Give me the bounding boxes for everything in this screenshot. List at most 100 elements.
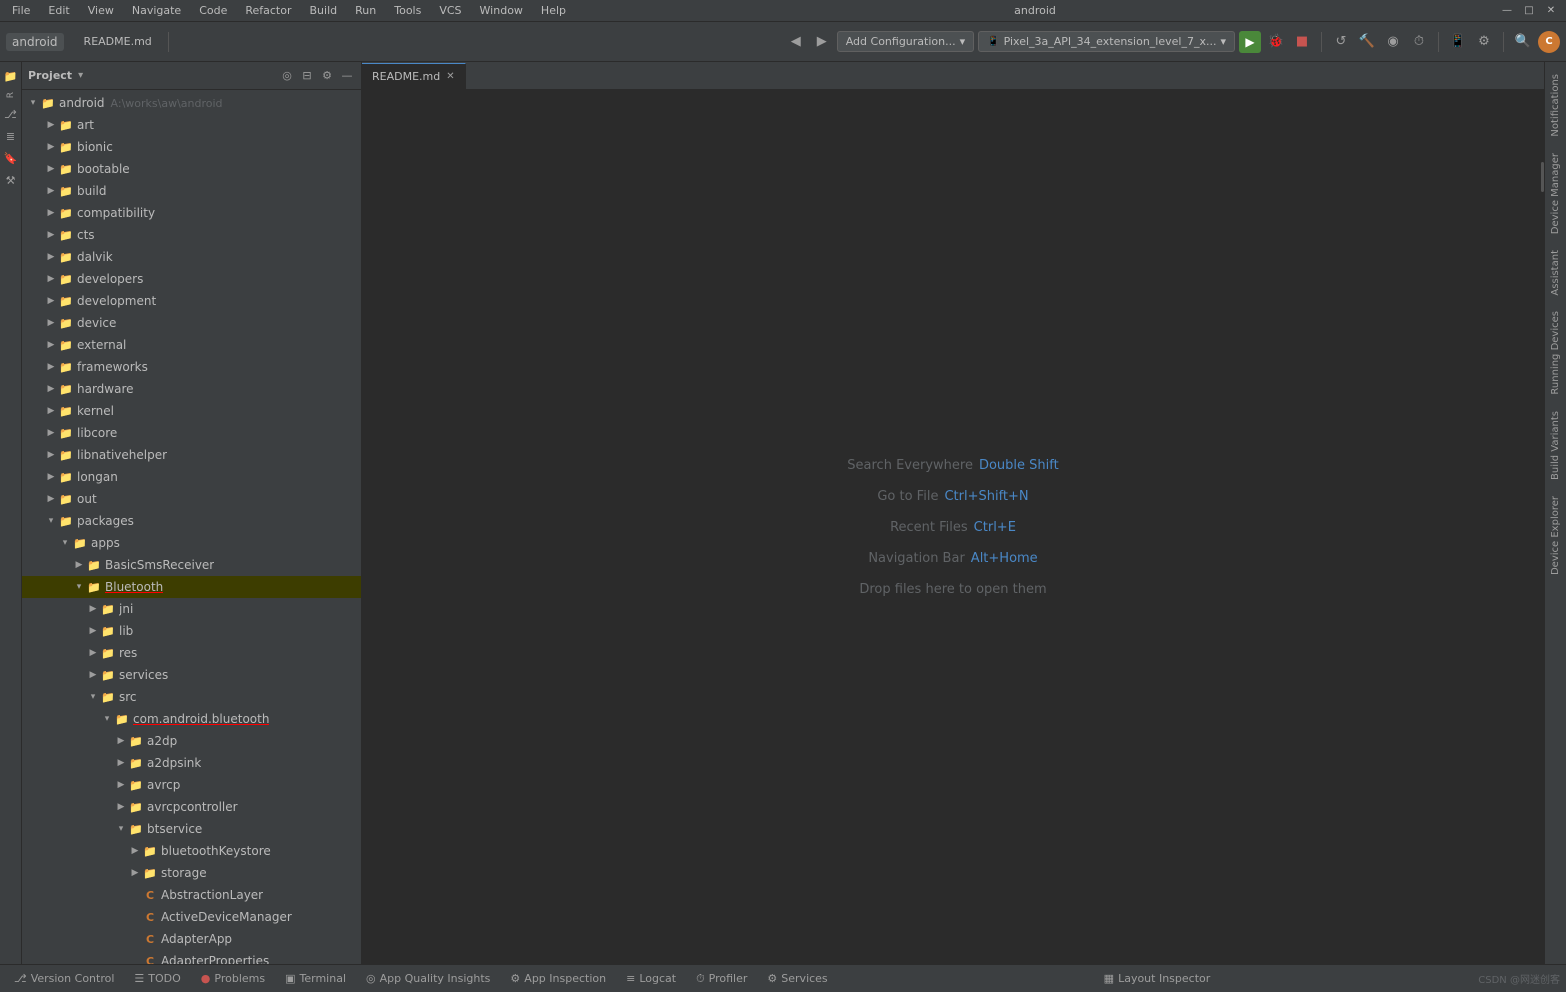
tree-item-developers[interactable]: ▶ 📁 developers bbox=[22, 268, 361, 290]
tree-item-a2dp[interactable]: ▶ 📁 a2dp bbox=[22, 730, 361, 752]
menu-view[interactable]: View bbox=[84, 2, 118, 19]
tree-item-cts[interactable]: ▶ 📁 cts bbox=[22, 224, 361, 246]
tree-item-compatibility[interactable]: ▶ 📁 compatibility bbox=[22, 202, 361, 224]
config-next-button[interactable]: ▶ bbox=[811, 31, 833, 53]
structure-toggle[interactable]: ≣ bbox=[1, 126, 21, 146]
tree-item-dalvik[interactable]: ▶ 📁 dalvik bbox=[22, 246, 361, 268]
todo-tab[interactable]: ☰ TODO bbox=[126, 969, 188, 988]
tree-item-bluetooth[interactable]: ▾ 📁 Bluetooth bbox=[22, 576, 361, 598]
settings-button[interactable]: ⚙ bbox=[319, 68, 335, 84]
tree-item-libcore[interactable]: ▶ 📁 libcore bbox=[22, 422, 361, 444]
menu-code[interactable]: Code bbox=[195, 2, 231, 19]
config-prev-button[interactable]: ◀ bbox=[785, 31, 807, 53]
menu-navigate[interactable]: Navigate bbox=[128, 2, 185, 19]
tree-item-abstractionlayer[interactable]: ▶ C AbstractionLayer bbox=[22, 884, 361, 906]
commit-toggle[interactable]: ⎇ bbox=[1, 104, 21, 124]
tab-readme[interactable]: README.md ✕ bbox=[362, 63, 466, 89]
close-button[interactable]: ✕ bbox=[1544, 4, 1558, 18]
tree-item-adapterapp[interactable]: ▶ C AdapterApp bbox=[22, 928, 361, 950]
tree-item-frameworks[interactable]: ▶ 📁 frameworks bbox=[22, 356, 361, 378]
profiler-tab[interactable]: ⏱ Profiler bbox=[688, 969, 755, 989]
tree-item-jni[interactable]: ▶ 📁 jni bbox=[22, 598, 361, 620]
tree-item-adapterproperties[interactable]: ▶ C AdapterProperties bbox=[22, 950, 361, 964]
user-avatar[interactable]: C bbox=[1538, 31, 1560, 53]
tree-item-bluetoothKeystore[interactable]: ▶ 📁 bluetoothKeystore bbox=[22, 840, 361, 862]
menu-run[interactable]: Run bbox=[351, 2, 380, 19]
problems-tab[interactable]: ● Problems bbox=[193, 969, 273, 988]
device-manager-button[interactable]: 📱 bbox=[1447, 31, 1469, 53]
tree-item-btservice[interactable]: ▾ 📁 btservice bbox=[22, 818, 361, 840]
resource-manager-toggle[interactable]: R bbox=[1, 88, 21, 102]
project-panel-toggle[interactable]: 📁 bbox=[1, 66, 21, 86]
tree-item-longan[interactable]: ▶ 📁 longan bbox=[22, 466, 361, 488]
tree-item-lib[interactable]: ▶ 📁 lib bbox=[22, 620, 361, 642]
logcat-tab[interactable]: ≡ Logcat bbox=[618, 969, 684, 988]
tree-item-out[interactable]: ▶ 📁 out bbox=[22, 488, 361, 510]
tree-item-android[interactable]: ▾ 📁 android A:\works\aw\android bbox=[22, 92, 361, 114]
tree-item-storage[interactable]: ▶ 📁 storage bbox=[22, 862, 361, 884]
layout-inspector-button[interactable]: ▦ Layout Inspector bbox=[1096, 969, 1219, 988]
tree-item-basicsmsreceiver[interactable]: ▶ 📁 BasicSmsReceiver bbox=[22, 554, 361, 576]
tab-readme-close[interactable]: ✕ bbox=[446, 71, 454, 82]
notifications-panel-toggle[interactable]: Notifications bbox=[1548, 66, 1563, 145]
menu-help[interactable]: Help bbox=[537, 2, 570, 19]
build-variants-toggle[interactable]: ⚒ bbox=[1, 170, 21, 190]
project-tree[interactable]: ▾ 📁 android A:\works\aw\android ▶ 📁 art … bbox=[22, 90, 361, 964]
menu-tools[interactable]: Tools bbox=[390, 2, 425, 19]
app-inspection-tab[interactable]: ⚙ App Inspection bbox=[502, 969, 614, 988]
collapse-all-button[interactable]: ⊟ bbox=[299, 68, 315, 84]
build-variants-panel-toggle[interactable]: Build Variants bbox=[1548, 403, 1563, 488]
device-selector[interactable]: 📱 Pixel_3a_API_34_extension_level_7_x...… bbox=[978, 31, 1235, 52]
tree-item-services[interactable]: ▶ 📁 services bbox=[22, 664, 361, 686]
search-button[interactable]: 🔍 bbox=[1512, 31, 1534, 53]
minimize-panel-button[interactable]: — bbox=[339, 68, 355, 84]
tree-item-kernel[interactable]: ▶ 📁 kernel bbox=[22, 400, 361, 422]
device-explorer-panel-toggle[interactable]: Device Explorer bbox=[1548, 488, 1563, 583]
tree-item-avrcpcontroller[interactable]: ▶ 📁 avrcpcontroller bbox=[22, 796, 361, 818]
tree-item-device[interactable]: ▶ 📁 device bbox=[22, 312, 361, 334]
tree-item-bootable[interactable]: ▶ 📁 bootable bbox=[22, 158, 361, 180]
run-button[interactable]: ▶ bbox=[1239, 31, 1261, 53]
tree-item-build[interactable]: ▶ 📁 build bbox=[22, 180, 361, 202]
tree-item-packages[interactable]: ▾ 📁 packages bbox=[22, 510, 361, 532]
menu-window[interactable]: Window bbox=[476, 2, 527, 19]
tree-item-apps[interactable]: ▾ 📁 apps bbox=[22, 532, 361, 554]
services-tab[interactable]: ⚙ Services bbox=[759, 969, 835, 988]
stop-button[interactable]: ■ bbox=[1291, 31, 1313, 53]
panel-dropdown-arrow[interactable]: ▾ bbox=[78, 70, 83, 81]
menu-refactor[interactable]: Refactor bbox=[241, 2, 295, 19]
build-button[interactable]: 🔨 bbox=[1356, 31, 1378, 53]
tree-item-bionic[interactable]: ▶ 📁 bionic bbox=[22, 136, 361, 158]
device-manager-panel-toggle[interactable]: Device Manager bbox=[1548, 145, 1563, 242]
tree-item-activedevicemanager[interactable]: ▶ C ActiveDeviceManager bbox=[22, 906, 361, 928]
version-control-tab[interactable]: ⎇ Version Control bbox=[6, 969, 122, 988]
menu-file[interactable]: File bbox=[8, 2, 34, 19]
tree-item-a2dpsink[interactable]: ▶ 📁 a2dpsink bbox=[22, 752, 361, 774]
tree-item-libnativehelper[interactable]: ▶ 📁 libnativehelper bbox=[22, 444, 361, 466]
tree-item-com-android-bluetooth[interactable]: ▾ 📁 com.android.bluetooth bbox=[22, 708, 361, 730]
running-devices-panel-toggle[interactable]: Running Devices bbox=[1548, 303, 1563, 403]
tree-item-src[interactable]: ▾ 📁 src bbox=[22, 686, 361, 708]
tree-item-external[interactable]: ▶ 📁 external bbox=[22, 334, 361, 356]
readme-tab[interactable]: README.md bbox=[76, 33, 160, 50]
menu-build[interactable]: Build bbox=[306, 2, 342, 19]
menu-edit[interactable]: Edit bbox=[44, 2, 73, 19]
tree-item-art[interactable]: ▶ 📁 art bbox=[22, 114, 361, 136]
tree-item-avrcp[interactable]: ▶ 📁 avrcp bbox=[22, 774, 361, 796]
sync-button[interactable]: ↺ bbox=[1330, 31, 1352, 53]
profiler-button[interactable]: ⏱ bbox=[1408, 31, 1430, 53]
debug-button[interactable]: 🐞 bbox=[1265, 31, 1287, 53]
assistant-panel-toggle[interactable]: Assistant bbox=[1548, 242, 1563, 304]
coverage-button[interactable]: ◉ bbox=[1382, 31, 1404, 53]
terminal-tab[interactable]: ▣ Terminal bbox=[277, 969, 354, 988]
sdk-button[interactable]: ⚙ bbox=[1473, 31, 1495, 53]
tree-item-hardware[interactable]: ▶ 📁 hardware bbox=[22, 378, 361, 400]
tree-item-development[interactable]: ▶ 📁 development bbox=[22, 290, 361, 312]
menu-vcs[interactable]: VCS bbox=[435, 2, 465, 19]
run-config-dropdown[interactable]: Add Configuration... ▾ bbox=[837, 31, 974, 52]
scope-button[interactable]: ◎ bbox=[279, 68, 295, 84]
bookmarks-toggle[interactable]: 🔖 bbox=[1, 148, 21, 168]
minimize-button[interactable]: — bbox=[1500, 4, 1514, 18]
tree-item-res[interactable]: ▶ 📁 res bbox=[22, 642, 361, 664]
maximize-button[interactable]: □ bbox=[1522, 4, 1536, 18]
